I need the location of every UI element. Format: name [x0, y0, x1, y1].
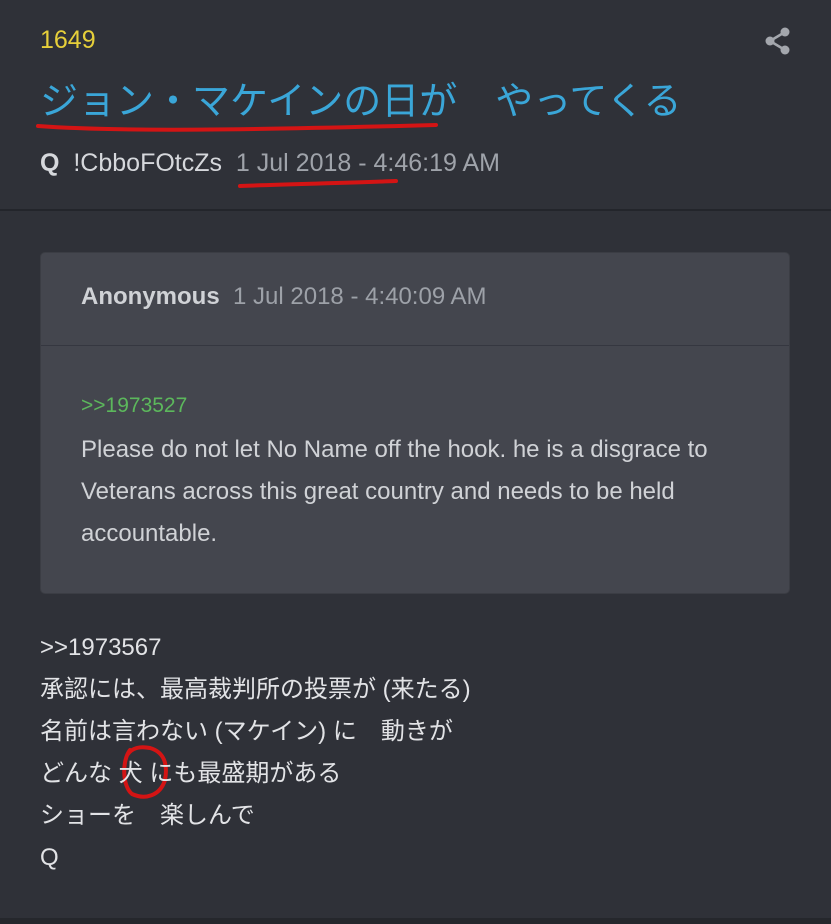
q-post: 1649 ジョン・マケインの日が やってくる Q !CbboFOtcZs 1 J… [0, 0, 831, 924]
author-row: Q !CbboFOtcZs 1 Jul 2018 - 4:46:19 AM [40, 146, 500, 180]
signature: Q [40, 844, 59, 871]
post-number[interactable]: 1649 [40, 26, 96, 55]
quoted-post: Anonymous 1 Jul 2018 - 4:40:09 AM >>1973… [40, 252, 790, 594]
author-name[interactable]: Q [40, 149, 59, 177]
footer-divider [0, 918, 831, 924]
post-body: >>1973567 承認には、最高裁判所の投票が (来たる) 名前は言わない (… [40, 627, 471, 879]
header-divider [0, 209, 831, 211]
quote-body: Please do not let No Name off the hook. … [81, 436, 708, 547]
quote-reference-link[interactable]: >>1973527 [81, 394, 187, 418]
post-title: ジョン・マケインの日が やってくる [40, 81, 682, 123]
date-underline-mark [238, 179, 398, 188]
post-date[interactable]: 1 Jul 2018 - 4:46:19 AM [236, 149, 500, 177]
tripcode: !CbboFOtcZs [73, 149, 223, 177]
body-line: 承認には、最高裁判所の投票が (来たる) [40, 676, 471, 703]
body-line: 名前は言わない (マケイン) に 動きが [40, 718, 453, 745]
quote-date: 1 Jul 2018 - 4:40:09 AM [233, 283, 487, 310]
share-icon[interactable] [763, 26, 793, 56]
body-line: ショーを 楽しんで [40, 802, 255, 829]
quote-header: Anonymous 1 Jul 2018 - 4:40:09 AM [81, 283, 487, 311]
body-line: どんな 犬 にも最盛期がある [40, 760, 342, 787]
quote-author: Anonymous [81, 283, 220, 310]
quote-divider [41, 345, 789, 346]
reply-link[interactable]: >>1973567 [40, 627, 471, 669]
